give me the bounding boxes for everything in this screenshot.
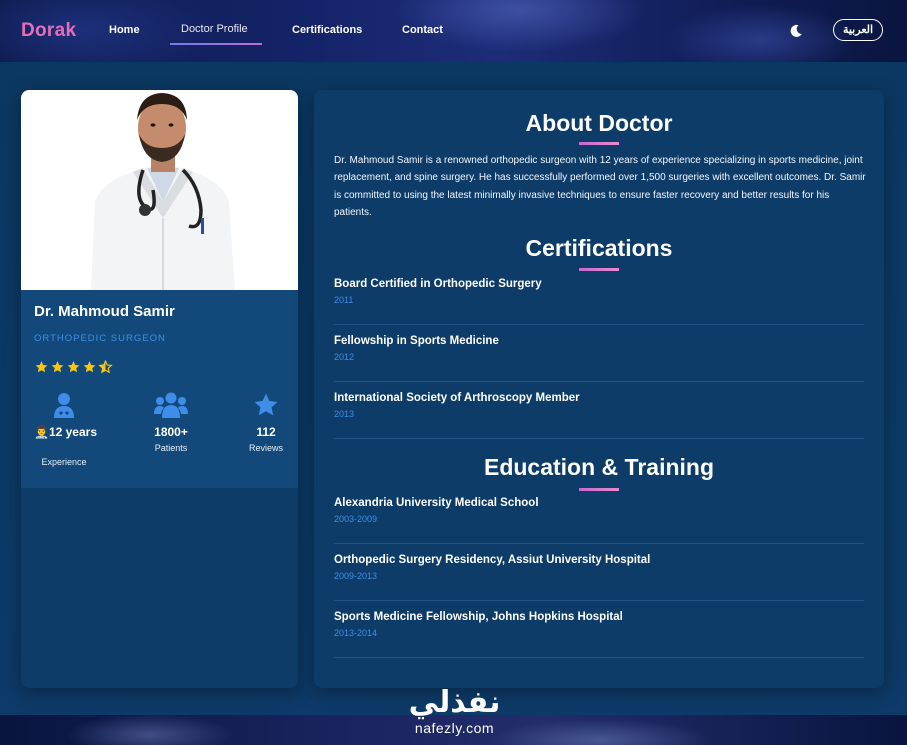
star-full-icon [51,361,64,373]
watermark-arabic: نفذلي [408,685,501,720]
education-year: 2009-2013 [334,571,378,581]
watermark: نفذلي nafezly.com [392,686,517,744]
star-full-icon [83,361,96,373]
doctor-name: Dr. Mahmoud Samir [34,303,175,320]
divider [334,600,864,601]
certification-item: Fellowship in Sports Medicine 2012 [334,335,864,362]
doctor-icon [34,392,94,418]
moon-icon[interactable] [788,23,804,39]
nav-doctor-profile[interactable]: Doctor Profile [181,23,248,35]
education-item: Sports Medicine Fellowship, Johns Hopkin… [334,611,864,638]
doctor-info-panel: Dr. Mahmoud Samir ORTHOPEDIC SURGEON 👨‍⚕… [21,290,298,488]
brand-logo[interactable]: Dorak [21,20,76,42]
doctor-profile-card: Dr. Mahmoud Samir ORTHOPEDIC SURGEON 👨‍⚕… [21,90,298,688]
active-nav-underline [170,43,262,45]
education-title-underline [579,488,619,491]
education-year: 2013-2014 [334,628,378,638]
stat-reviews-label: Reviews [248,443,283,453]
divider [334,381,864,382]
certification-item: Board Certified in Orthopedic Surgery 20… [334,278,864,305]
stat-patients: 1800+ Patients [147,392,195,453]
star-half-icon [98,359,113,374]
education-year: 2003-2009 [334,514,378,524]
watermark-latin: nafezly.com [414,720,495,736]
stat-experience: 👨‍⚕️12 years Experience [34,392,97,467]
certifications-title-underline [579,268,619,271]
nav-home[interactable]: Home [109,24,140,36]
doctor-specialty: ORTHOPEDIC SURGEON [34,333,166,344]
divider [334,438,864,439]
star-icon [245,392,287,418]
rating-stars [34,359,114,374]
users-icon [147,392,195,418]
stat-reviews: 112 Reviews [245,392,287,453]
stat-reviews-value: 112 [256,425,276,439]
certification-item: International Society of Arthroscopy Mem… [334,392,864,419]
certification-year: 2012 [334,352,355,362]
certification-title: International Society of Arthroscopy Mem… [334,392,580,404]
about-title: About Doctor [525,110,673,136]
education-item: Orthopedic Surgery Residency, Assiut Uni… [334,554,864,581]
certification-year: 2011 [334,295,354,305]
divider [334,657,864,658]
nav-contact[interactable]: Contact [402,24,443,36]
nav-certifications[interactable]: Certifications [292,24,362,36]
certification-year: 2013 [334,409,355,419]
language-toggle-button[interactable]: العربية [833,19,883,41]
doctor-details-card: About Doctor Dr. Mahmoud Samir is a reno… [314,90,884,688]
about-text: Dr. Mahmoud Samir is a renowned orthoped… [334,155,866,218]
stat-experience-value: 12 years [48,425,97,439]
stat-patients-label: Patients [154,443,188,453]
education-title: Sports Medicine Fellowship, Johns Hopkin… [334,611,623,623]
stat-experience-label: Experience [41,457,87,467]
star-full-icon [67,361,80,373]
about-title-underline [579,142,619,145]
certification-title: Fellowship in Sports Medicine [334,335,499,347]
certification-title: Board Certified in Orthopedic Surgery [334,278,542,290]
divider [334,324,864,325]
education-title: Alexandria University Medical School [334,497,539,509]
education-title: Orthopedic Surgery Residency, Assiut Uni… [334,554,651,566]
education-title: Education & Training [483,454,714,480]
education-item: Alexandria University Medical School 200… [334,497,864,524]
certifications-title: Certifications [525,235,673,261]
divider [334,543,864,544]
star-full-icon [35,361,48,373]
doctor-photo [21,90,298,290]
top-navbar: Dorak Home Doctor Profile Certifications… [0,0,907,62]
stat-patients-value: 1800+ [154,425,188,439]
doctor-emoji-icon: 👨‍⚕️ [34,425,49,439]
